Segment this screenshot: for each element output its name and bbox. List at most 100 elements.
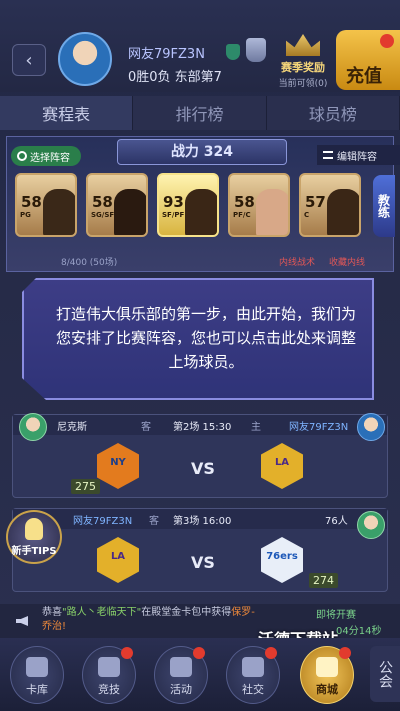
player-rating: 58 bbox=[234, 193, 255, 211]
left-logo-text: LA bbox=[110, 551, 126, 562]
match-time: 第2场 15:30 bbox=[173, 422, 232, 433]
app-root: ‹ 网友79FZ3N 0胜0负 东部第7 赛季奖励 当前可领(0) 充值 赛程表… bbox=[0, 0, 400, 711]
shield-icon bbox=[226, 44, 240, 60]
tactics-link[interactable]: 内线战术 bbox=[279, 255, 315, 268]
avatar[interactable] bbox=[58, 32, 112, 86]
player-rating: 58 bbox=[92, 193, 113, 211]
player-card[interactable]: 57 C bbox=[299, 173, 361, 237]
nav-arena[interactable]: 竞技 bbox=[82, 646, 136, 704]
season-reward-button[interactable]: 赛季奖励 当前可领(0) bbox=[272, 34, 334, 90]
select-lineup-button[interactable]: 选择阵容 bbox=[11, 146, 81, 166]
reward-title: 赛季奖励 bbox=[281, 61, 325, 74]
notification-dot-icon bbox=[380, 34, 394, 48]
home-team-name: 网友79FZ3N bbox=[73, 516, 133, 527]
vs-label: VS bbox=[191, 459, 215, 478]
back-button[interactable]: ‹ bbox=[12, 44, 46, 76]
away-team-name: 76人 bbox=[325, 516, 348, 527]
lineup-panel: 选择阵容 战力 324 编辑阵容 58 PG 58 SG/SF 93 SF/PF… bbox=[6, 136, 400, 272]
notification-dot-icon bbox=[121, 647, 133, 659]
notification-dot-icon bbox=[265, 647, 277, 659]
team-power-score: 275 bbox=[71, 479, 100, 494]
coach-button[interactable]: 教练 bbox=[373, 175, 395, 237]
arena-icon bbox=[98, 657, 120, 677]
match-card[interactable]: 尼克斯 客 第2场 15:30 主 网友79FZ3N NY VS LA 275 bbox=[12, 413, 388, 498]
nav-mall[interactable]: 商城 bbox=[300, 646, 354, 704]
match-card[interactable]: 网友79FZ3N 客 第3场 16:00 76人 LA VS 76ers 274 bbox=[12, 508, 388, 592]
player-rating: 58 bbox=[21, 193, 42, 211]
player-card[interactable]: 58 PG bbox=[15, 173, 77, 237]
speaker-icon bbox=[16, 616, 28, 626]
username: 网友79FZ3N bbox=[128, 47, 205, 62]
lightbulb-icon bbox=[25, 518, 43, 540]
edit-lineup-button[interactable]: 编辑阵容 bbox=[317, 145, 400, 165]
nav-card-library[interactable]: 卡库 bbox=[10, 646, 64, 704]
player-position: SG/SF bbox=[91, 211, 115, 219]
tab-ranking[interactable]: 排行榜 bbox=[133, 96, 267, 130]
match-header: 尼克斯 客 第2场 15:30 主 网友79FZ3N bbox=[13, 415, 387, 435]
away-tag: 主 bbox=[251, 422, 261, 433]
left-logo-text: NY bbox=[110, 457, 126, 468]
bottom-nav: 卡库 竞技 活动 社交 商城 bbox=[0, 638, 400, 711]
player-card[interactable]: 93 SF/PF bbox=[157, 173, 219, 237]
home-tag: 客 bbox=[141, 422, 151, 433]
tab-bar: 赛程表 排行榜 球员榜 bbox=[0, 96, 400, 130]
refresh-icon bbox=[17, 151, 27, 161]
notification-dot-icon bbox=[193, 647, 205, 659]
tutorial-text: 打造伟大俱乐部的第一步，由此开始，我们为您安排了比赛阵容，您也可以点击此处来调整… bbox=[55, 305, 356, 371]
next-game-label: 即将开赛 bbox=[316, 610, 356, 621]
guild-button[interactable]: 公会 bbox=[370, 646, 400, 702]
home-tag: 客 bbox=[149, 516, 159, 527]
news-ticker: 恭喜"路人丶老临天下"在殿堂金卡包中获得保罗-乔治! 即将开赛 04分14秒 bbox=[0, 604, 400, 638]
ticker-mid: 在殿堂金卡包中获得 bbox=[141, 607, 232, 618]
player-portrait bbox=[327, 189, 359, 235]
player-position: PF/C bbox=[233, 211, 251, 219]
team-record: 0胜0负 东部第7 bbox=[128, 70, 222, 85]
nav-label: 卡库 bbox=[26, 683, 48, 696]
nav-label: 社交 bbox=[242, 683, 264, 696]
nav-label: 活动 bbox=[170, 683, 192, 696]
player-portrait bbox=[114, 189, 146, 235]
favorite-link[interactable]: 收藏内线 bbox=[329, 255, 365, 268]
tab-player-ranking[interactable]: 球员榜 bbox=[266, 96, 400, 130]
nav-social[interactable]: 社交 bbox=[226, 646, 280, 704]
player-card[interactable]: 58 SG/SF bbox=[86, 173, 148, 237]
header: ‹ 网友79FZ3N 0胜0负 东部第7 赛季奖励 当前可领(0) 充值 bbox=[0, 0, 400, 92]
trophy-icon bbox=[246, 38, 266, 62]
card-library-icon bbox=[26, 657, 48, 677]
nav-label: 竞技 bbox=[98, 683, 120, 696]
trophy-icon bbox=[170, 657, 192, 677]
player-position: PG bbox=[20, 211, 31, 219]
recharge-label: 充值 bbox=[346, 66, 382, 87]
player-position: SF/PF bbox=[162, 211, 185, 219]
newbie-tips-label: 新手TIPS bbox=[11, 546, 57, 557]
player-portrait bbox=[256, 189, 288, 235]
home-team-name: 尼克斯 bbox=[57, 422, 87, 433]
tutorial-tooltip[interactable]: 打造伟大俱乐部的第一步，由此开始，我们为您安排了比赛阵容，您也可以点击此处来调整… bbox=[22, 278, 374, 400]
menu-icon bbox=[323, 151, 333, 159]
ticker-prefix: 恭喜 bbox=[42, 607, 62, 618]
lineup-footer: 8/400 (50场) 内线战术 收藏内线 bbox=[7, 255, 393, 271]
player-rating: 93 bbox=[163, 193, 184, 211]
away-team-name: 网友79FZ3N bbox=[289, 422, 349, 433]
social-icon bbox=[242, 657, 264, 677]
newbie-tips-button[interactable]: 新手TIPS bbox=[6, 510, 62, 564]
player-portrait bbox=[185, 189, 217, 235]
tab-schedule[interactable]: 赛程表 bbox=[0, 96, 134, 130]
ticker-player: "路人丶老临天下" bbox=[62, 607, 142, 618]
select-lineup-label: 选择阵容 bbox=[30, 152, 70, 164]
player-portrait bbox=[43, 189, 75, 235]
right-logo-text: 76ers bbox=[266, 551, 298, 562]
chevron-left-icon: ‹ bbox=[25, 49, 33, 71]
nav-label: 商城 bbox=[316, 683, 338, 696]
shop-icon bbox=[316, 657, 338, 677]
nav-events[interactable]: 活动 bbox=[154, 646, 208, 704]
player-card[interactable]: 58 PF/C bbox=[228, 173, 290, 237]
right-logo-text: LA bbox=[274, 457, 290, 468]
user-avatar bbox=[357, 413, 385, 441]
match-header: 网友79FZ3N 客 第3场 16:00 76人 bbox=[13, 509, 387, 529]
edit-lineup-label: 编辑阵容 bbox=[337, 151, 377, 163]
player-rating: 57 bbox=[305, 193, 326, 211]
recharge-button[interactable]: 充值 bbox=[336, 30, 400, 90]
countdown-timer: 04分14秒 bbox=[336, 626, 382, 637]
opponent-power-score: 274 bbox=[309, 573, 338, 588]
